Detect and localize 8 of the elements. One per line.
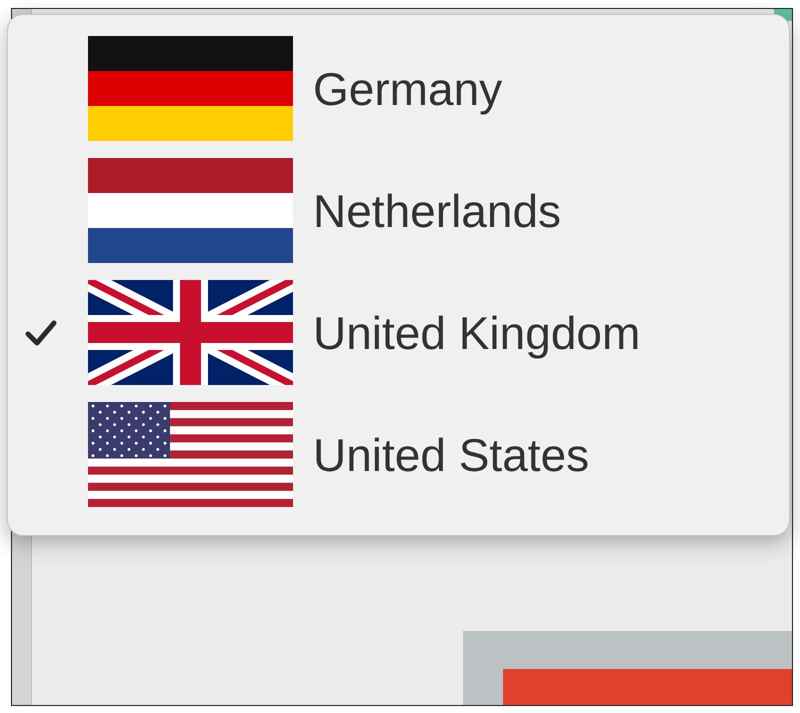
union-jack-flag-icon: [88, 280, 293, 385]
checkmark-icon: [25, 318, 57, 346]
menu-item[interactable]: Netherlands: [8, 158, 789, 263]
menu-item[interactable]: United States: [8, 402, 789, 507]
usa-flag-icon: [88, 402, 293, 507]
netherlands-flag-icon: [88, 158, 293, 263]
menu-item[interactable]: Germany: [8, 36, 789, 141]
germany-flag-icon: [88, 36, 293, 141]
